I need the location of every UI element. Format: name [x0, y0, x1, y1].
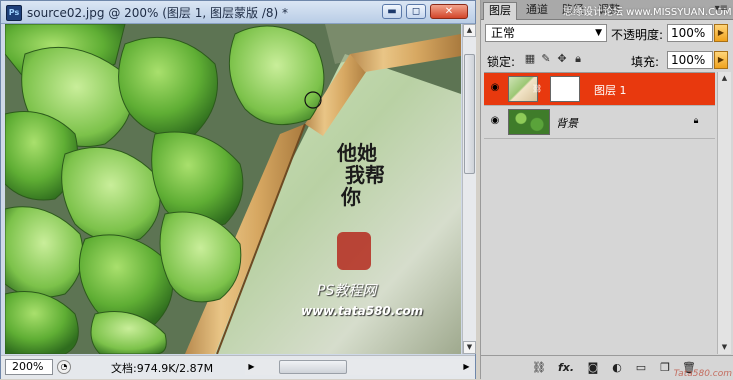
scroll-thumb[interactable]	[464, 54, 475, 174]
blend-mode-value: 正常	[491, 26, 516, 40]
layers-panel: 图层 通道 路径 调整 思缘设计论坛 www.MISSYUAN.COM ▾≡ 正…	[480, 0, 733, 380]
status-options-icon[interactable]: ◔	[57, 360, 71, 374]
tab-layers[interactable]: 图层	[483, 2, 517, 20]
link-icon[interactable]: ⛓	[531, 360, 547, 376]
canvas-horizontal-scrollbar[interactable]: ▶ ▶	[245, 359, 473, 375]
layer-mask-thumbnail[interactable]	[550, 76, 580, 102]
calligraphy-char: 我	[345, 163, 365, 187]
mask-icon[interactable]: ◙	[585, 360, 601, 376]
scroll-up-arrow-icon[interactable]: ▲	[718, 72, 731, 85]
blend-mode-select[interactable]: 正常 ▼	[485, 24, 607, 42]
scroll-right-arrow-icon[interactable]: ▶	[460, 360, 473, 374]
calligraphy-char: 他	[337, 141, 357, 165]
calligraphy-char: 她	[357, 141, 377, 165]
corner-watermark: Tata580.com	[673, 369, 732, 379]
calligraphy-text: 他她 我帮 你	[337, 142, 397, 208]
lock-all-icon[interactable]: 🔒︎	[571, 52, 585, 66]
layers-vertical-scrollbar[interactable]: ▲ ▼	[717, 72, 731, 354]
document-titlebar[interactable]: Ps source02.jpg @ 200% (图层 1, 图层蒙版 /8) *…	[1, 1, 475, 24]
adjustment-icon[interactable]: ◐	[609, 360, 625, 376]
layer-thumbnail	[508, 109, 550, 135]
fill-field[interactable]: 100%	[667, 51, 713, 69]
layers-list: ◉ ⛓ 图层 1 ◉ 背景 🔒︎	[484, 72, 715, 355]
group-icon[interactable]: ▭	[633, 360, 649, 376]
canvas-vertical-scrollbar[interactable]: ▲ ▼	[462, 24, 476, 354]
lock-label: 锁定:	[487, 55, 516, 69]
layer-name[interactable]: 背景	[556, 115, 578, 131]
scroll-down-arrow-icon[interactable]: ▼	[718, 341, 731, 354]
scroll-up-arrow-icon[interactable]: ▲	[463, 24, 476, 37]
opacity-field[interactable]: 100%	[667, 24, 713, 42]
lock-icon: 🔒︎	[693, 116, 699, 126]
lock-pixels-icon[interactable]: ✎	[539, 52, 553, 66]
close-button[interactable]: ✕	[430, 4, 468, 19]
layer-name[interactable]: 图层 1	[594, 82, 627, 98]
fx-icon[interactable]: fx.	[555, 360, 577, 376]
document-title: source02.jpg @ 200% (图层 1, 图层蒙版 /8) *	[27, 6, 289, 20]
eye-visibility-icon[interactable]: ◉	[488, 114, 502, 128]
document-size-readout: 文档:974.9K/2.87M	[111, 362, 214, 375]
restore-button[interactable]: ◻	[406, 4, 426, 19]
scroll-down-arrow-icon[interactable]: ▼	[463, 341, 476, 354]
image-canvas[interactable]: 他她 我帮 你 PS教程网 www.tata580.com	[5, 24, 461, 354]
minimize-button[interactable]: ▬	[382, 4, 402, 19]
fill-slider-button[interactable]: ▶	[714, 51, 728, 69]
canvas-caption-1: PS教程网	[317, 283, 377, 299]
lock-position-icon[interactable]: ✥	[555, 52, 569, 66]
canvas-caption-2: www.tata580.com	[301, 304, 424, 318]
layer-row-layer1[interactable]: ◉ ⛓ 图层 1	[484, 73, 715, 106]
calligraphy-char: 帮	[365, 163, 385, 187]
tab-overlay-watermark: 思缘设计论坛 www.MISSYUAN.COM	[563, 7, 732, 18]
layers-panel-footer: ⛓ fx. ◙ ◐ ▭ ❐ 🗑︎ Tata580.com	[481, 355, 733, 380]
status-bar: 200% ◔ 文档:974.9K/2.87M ▶ ▶	[1, 355, 475, 379]
eye-visibility-icon[interactable]: ◉	[488, 81, 502, 95]
panel-tab-bar: 图层 通道 路径 调整 思缘设计论坛 www.MISSYUAN.COM ▾≡	[481, 0, 733, 20]
fill-label: 填充:	[631, 55, 660, 69]
calligraphy-char: 你	[341, 185, 361, 209]
opacity-label: 不透明度:	[611, 28, 664, 42]
new-layer-icon[interactable]: ❐	[657, 360, 673, 376]
tab-channels[interactable]: 通道	[521, 2, 553, 19]
scroll-left-arrow-icon[interactable]: ▶	[245, 360, 258, 374]
photoshop-icon: Ps	[6, 5, 22, 21]
panel-menu-icon[interactable]: ▾≡	[715, 3, 728, 14]
horizontal-scroll-thumb[interactable]	[279, 360, 347, 374]
layer-row-background[interactable]: ◉ 背景 🔒︎	[484, 106, 715, 139]
opacity-slider-button[interactable]: ▶	[714, 24, 728, 42]
lock-transparency-icon[interactable]: ▦	[523, 52, 537, 66]
chevron-down-icon: ▼	[595, 28, 602, 38]
zoom-level-field[interactable]: 200%	[5, 359, 53, 375]
document-window: Ps source02.jpg @ 200% (图层 1, 图层蒙版 /8) *…	[0, 0, 476, 379]
mask-link-chain-icon[interactable]: ⛓	[532, 84, 542, 93]
